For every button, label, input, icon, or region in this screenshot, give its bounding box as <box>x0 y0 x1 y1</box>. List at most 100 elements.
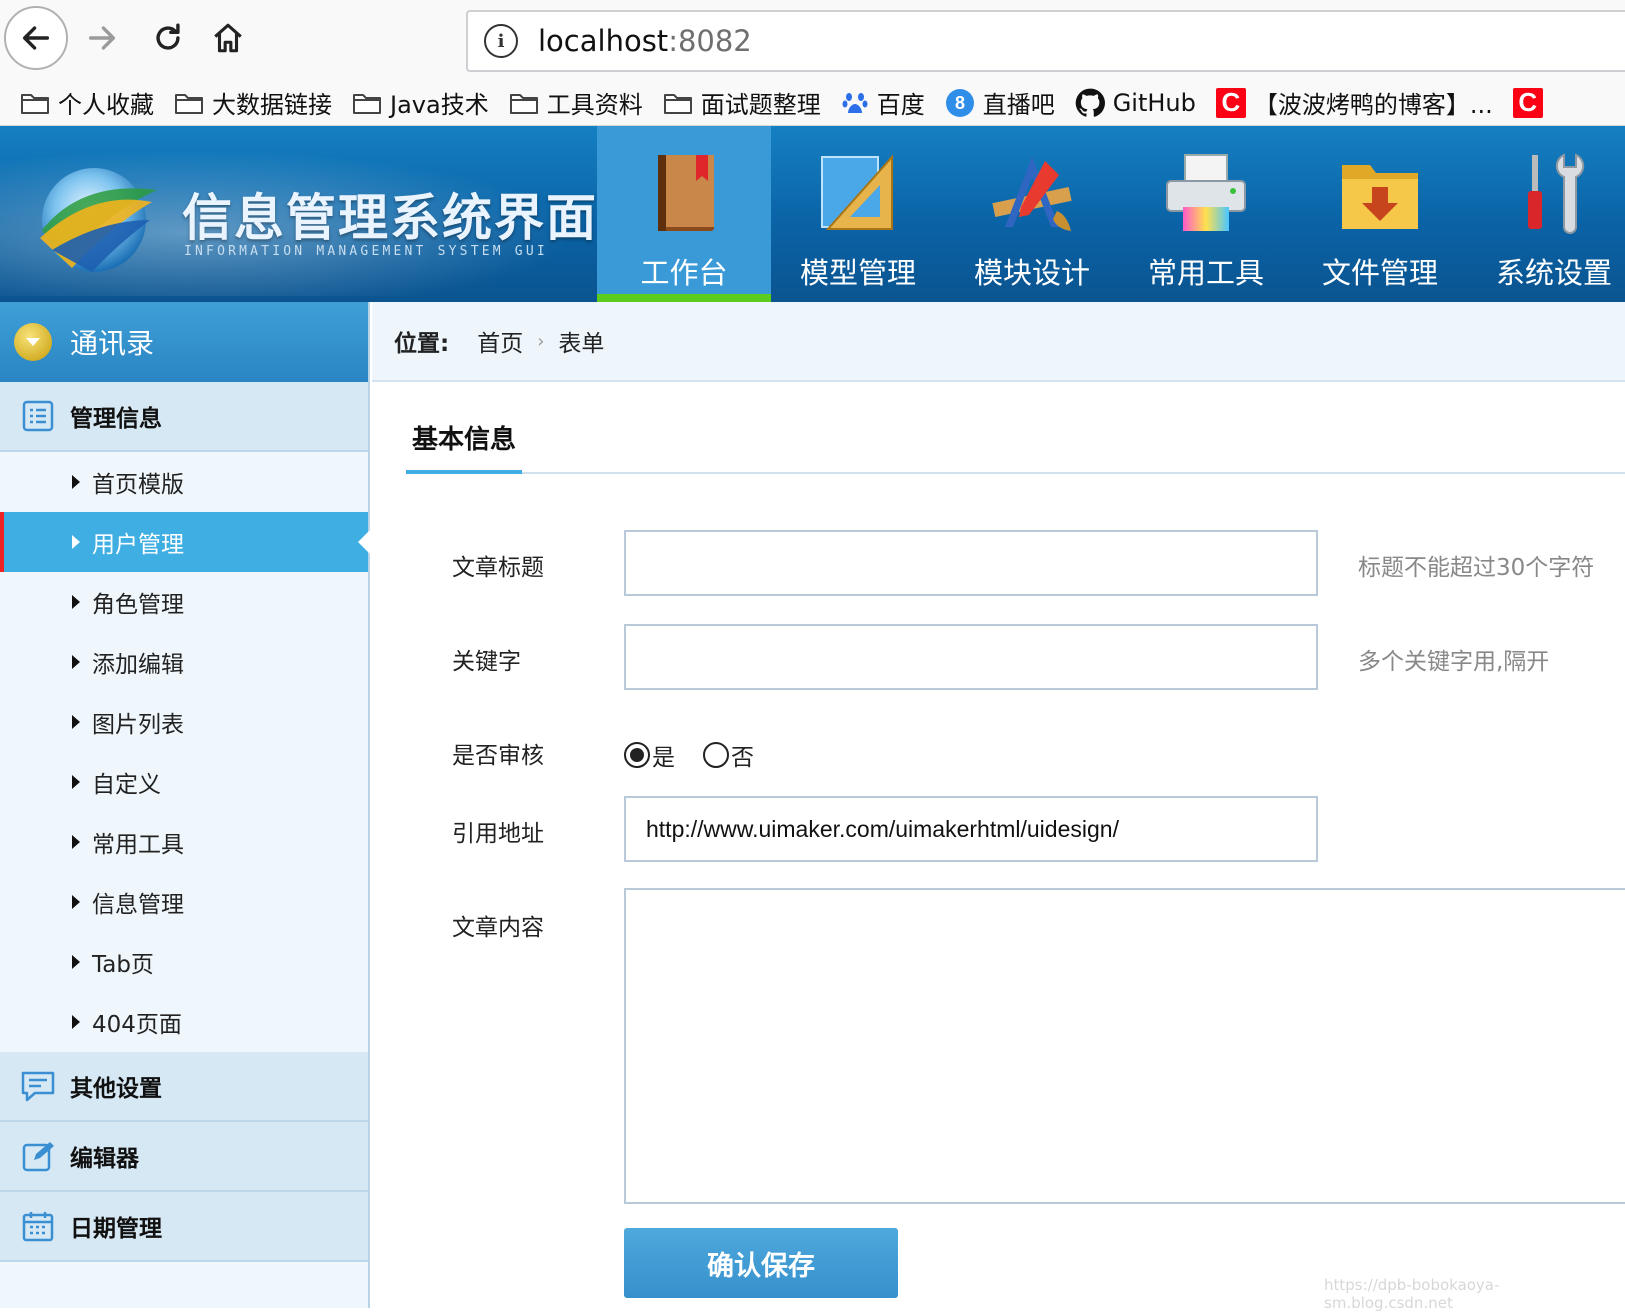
design-tools-icon <box>987 148 1077 238</box>
edit-icon <box>20 1138 56 1174</box>
info-icon[interactable]: i <box>484 24 518 58</box>
sidebar-section-label: 其他设置 <box>70 1076 162 1102</box>
top-nav-item-2[interactable]: 模块设计 <box>945 126 1119 302</box>
bookmark-7[interactable]: GitHub <box>1075 88 1196 118</box>
sidebar-item-6[interactable]: 常用工具 <box>0 812 368 872</box>
bookmark-8[interactable]: C 【波波烤鸭的博客】... <box>1215 85 1493 120</box>
caret-right-icon <box>72 655 80 669</box>
bookmark-2[interactable]: Java技术 <box>352 85 489 120</box>
svg-text:8: 8 <box>955 93 965 113</box>
forward-button[interactable] <box>70 6 134 70</box>
top-nav-label: 系统设置 <box>1495 256 1612 290</box>
top-nav-item-1[interactable]: 模型管理 <box>771 126 945 302</box>
keyword-hint: 多个关键字用,隔开 <box>1358 649 1550 675</box>
top-nav: 工作台 模型管理 模块设计 常用工具 文件管理 系统设置 <box>597 126 1625 302</box>
sidebar-section-2[interactable]: 编辑器 <box>0 1122 368 1192</box>
sidebar-item-3[interactable]: 添加编辑 <box>0 632 368 692</box>
breadcrumb: 位置: 首页 › 表单 <box>372 302 1625 382</box>
review-yes-radio[interactable] <box>624 742 650 768</box>
top-nav-label: 文件管理 <box>1321 256 1438 290</box>
sidebar-section-3[interactable]: 日期管理 <box>0 1192 368 1262</box>
review-no-radio[interactable] <box>703 742 729 768</box>
top-nav-item-4[interactable]: 文件管理 <box>1293 126 1467 302</box>
caret-right-icon <box>72 715 80 729</box>
bookmark-label: 个人收藏 <box>58 91 154 119</box>
sidebar-item-5[interactable]: 自定义 <box>0 752 368 812</box>
bookmark-6[interactable]: 8 直播吧 <box>945 85 1055 120</box>
keyword-input[interactable] <box>624 624 1318 690</box>
app-subtitle: INFORMATION MANAGEMENT SYSTEM GUI <box>184 244 548 259</box>
url-input[interactable] <box>624 796 1318 862</box>
home-button[interactable] <box>196 6 260 70</box>
bookmark-overflow[interactable]: C <box>1512 87 1551 118</box>
breadcrumb-home-link[interactable]: 首页 <box>477 324 523 358</box>
top-nav-label: 工作台 <box>640 256 728 290</box>
folder-icon <box>509 90 539 116</box>
top-nav-label: 模型管理 <box>799 256 916 290</box>
sidebar-item-0[interactable]: 首页模版 <box>0 452 368 512</box>
url-text: localhost:8082 <box>538 24 752 58</box>
save-button[interactable]: 确认保存 <box>624 1228 898 1298</box>
sidebar-item-7[interactable]: 信息管理 <box>0 872 368 932</box>
bookmark-3[interactable]: 工具资料 <box>509 85 643 120</box>
caret-right-icon <box>72 475 80 489</box>
csdn-icon: C <box>1512 87 1543 118</box>
chevron-right-icon: › <box>537 330 545 352</box>
bookmark-label: GitHub <box>1112 88 1196 117</box>
caret-right-icon <box>72 1015 80 1029</box>
sidebar-section-label: 管理信息 <box>70 406 162 432</box>
content-label: 文章内容 <box>452 915 544 941</box>
bookmark-4[interactable]: 面试题整理 <box>663 85 821 120</box>
top-nav-item-0[interactable]: 工作台 <box>597 126 771 302</box>
review-radio-group: 是 否 <box>624 738 782 772</box>
sidebar-item-8[interactable]: Tab页 <box>0 932 368 992</box>
caret-right-icon <box>72 775 80 789</box>
content-textarea[interactable] <box>624 888 1625 1204</box>
breadcrumb-label: 位置: <box>394 331 450 357</box>
bookmark-label: Java技术 <box>390 91 489 119</box>
folder-icon <box>20 90 50 116</box>
browser-toolbar: i localhost:8082 <box>0 0 1625 80</box>
triangle-ruler-icon <box>813 148 903 238</box>
sidebar-item-9[interactable]: 404页面 <box>0 992 368 1052</box>
list-icon <box>20 398 56 434</box>
reload-icon <box>156 23 180 50</box>
caret-right-icon <box>72 955 80 969</box>
folder-icon <box>352 90 382 116</box>
sidebar-item-label: 自定义 <box>92 772 161 798</box>
title-label: 文章标题 <box>452 555 544 581</box>
review-no-label: 否 <box>731 745 754 771</box>
back-button[interactable] <box>4 6 68 70</box>
sidebar-item-label: Tab页 <box>92 952 154 978</box>
sidebar-item-label: 常用工具 <box>92 832 184 858</box>
arrow-left-icon <box>22 26 50 50</box>
bookmark-0[interactable]: 个人收藏 <box>20 85 154 120</box>
folder-icon <box>663 90 693 116</box>
sidebar-header[interactable]: 通讯录 <box>0 302 368 382</box>
bookmark-label: 【波波烤鸭的博客】... <box>1253 91 1493 119</box>
form-tabs: 基本信息 <box>406 418 1625 474</box>
bookmark-1[interactable]: 大数据链接 <box>174 85 332 120</box>
sidebar-item-label: 用户管理 <box>92 532 184 558</box>
tab-basic-info[interactable]: 基本信息 <box>406 418 523 474</box>
sidebar-item-4[interactable]: 图片列表 <box>0 692 368 752</box>
top-nav-label: 模块设计 <box>973 256 1090 290</box>
top-nav-item-3[interactable]: 常用工具 <box>1119 126 1293 302</box>
bookmark-label: 百度 <box>876 91 925 119</box>
wrench-screwdriver-icon <box>1509 148 1599 238</box>
sidebar-section-1[interactable]: 其他设置 <box>0 1052 368 1122</box>
reload-button[interactable] <box>136 6 200 70</box>
sidebar-item-1[interactable]: 用户管理 <box>0 512 370 572</box>
app-header: 信息管理系统界面 INFORMATION MANAGEMENT SYSTEM G… <box>0 126 1625 302</box>
sidebar: 通讯录 管理信息首页模版用户管理角色管理 添加编辑 图片列表自定义常用工具信息管理 T… <box>0 302 370 1308</box>
title-input[interactable] <box>624 530 1318 596</box>
sidebar-item-2[interactable]: 角色管理 <box>0 572 368 632</box>
top-nav-item-5[interactable]: 系统设置 <box>1467 126 1625 302</box>
bookmark-5[interactable]: 百度 <box>841 85 925 120</box>
caret-right-icon <box>72 535 80 549</box>
sidebar-section-0[interactable]: 管理信息 <box>0 382 368 452</box>
arrow-right-icon <box>88 26 116 50</box>
url-bar[interactable]: i localhost:8082 <box>466 10 1625 72</box>
home-icon <box>214 23 242 53</box>
caret-right-icon <box>72 895 80 909</box>
